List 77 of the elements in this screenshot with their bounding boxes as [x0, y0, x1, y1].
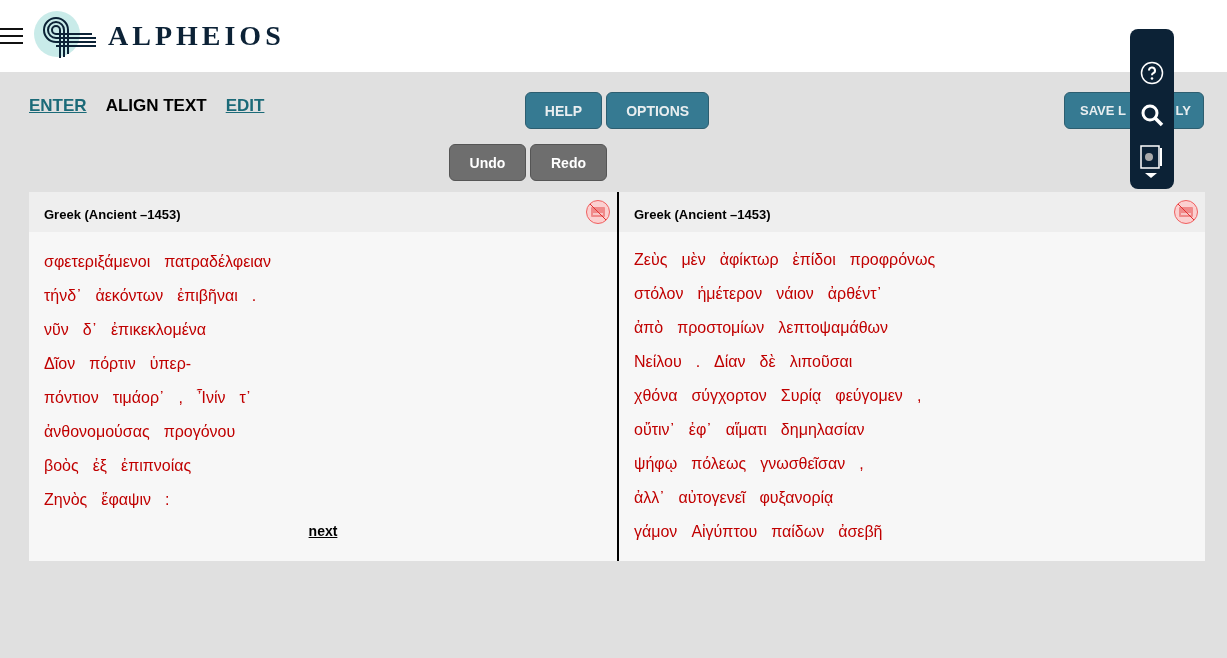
word-token[interactable]: Ζεὺς [634, 251, 668, 269]
word-token[interactable]: ἐπίδοι [792, 251, 836, 269]
word-token[interactable]: ψήφῳ [634, 455, 678, 473]
word-token[interactable]: προστομίων [677, 319, 765, 337]
search-icon[interactable] [1140, 103, 1164, 127]
word-token[interactable]: πόλεως [691, 455, 747, 473]
word-token[interactable]: τιμάορ᾽ [112, 389, 165, 407]
language-label: Greek (Ancient –1453) [634, 205, 771, 222]
word-token[interactable]: Αἰγύπτου [691, 523, 758, 541]
word-token[interactable]: γάμον [634, 523, 678, 541]
menu-icon[interactable] [0, 26, 24, 46]
word-token[interactable]: Δίαν [714, 353, 746, 371]
word-token[interactable]: σύγχορτον [691, 387, 767, 405]
word-token[interactable]: ἐπικεκλομένα [111, 321, 207, 339]
word-token[interactable]: . [695, 353, 701, 371]
brand-name: ALPHEIOS [108, 20, 285, 52]
word-token[interactable]: μὲν [681, 251, 706, 269]
history-button[interactable]: Undo [449, 144, 526, 181]
word-token[interactable]: ὑπερ- [149, 355, 192, 373]
word-token[interactable]: Συρίᾳ [780, 387, 822, 405]
word-token[interactable]: δὲ [759, 353, 776, 371]
word-token[interactable]: προφρόνως [849, 251, 936, 269]
help-icon[interactable] [1140, 61, 1164, 85]
header-button[interactable]: OPTIONS [606, 92, 710, 129]
word-token[interactable]: δημηλασίαν [780, 421, 865, 439]
word-token[interactable]: : [165, 491, 170, 509]
step-tab[interactable]: ALIGN TEXT [105, 96, 207, 116]
word-token[interactable]: , [859, 455, 864, 473]
word-token[interactable]: οὔτιν᾽ [634, 421, 675, 439]
word-token[interactable]: πατραδέλφειαν [164, 253, 272, 271]
word-token[interactable]: βοὸς [44, 457, 79, 475]
history-button[interactable]: Redo [530, 144, 607, 181]
word-token[interactable]: δ᾽ [82, 321, 97, 339]
word-token[interactable]: φεύγομεν [835, 387, 903, 405]
word-token[interactable]: νῦν [44, 321, 69, 339]
word-token[interactable]: στόλον [634, 285, 684, 303]
word-token[interactable]: σφετεριξάμενοι [44, 253, 151, 271]
word-token[interactable]: παίδων [771, 523, 825, 541]
word-token[interactable]: φυξανορίᾳ [759, 489, 834, 507]
word-token[interactable]: λιποῦσαι [789, 353, 853, 371]
word-token[interactable]: αἵματι [725, 421, 767, 439]
word-token[interactable]: ἔφαψιν [101, 491, 151, 509]
word-token[interactable]: Νείλου [634, 353, 682, 371]
word-token[interactable]: λεπτοψαμάθων [778, 319, 889, 337]
word-token[interactable]: προγόνου [163, 423, 236, 441]
next-link[interactable]: next [308, 523, 338, 539]
step-tab[interactable]: EDIT [225, 96, 265, 116]
word-token[interactable]: ἀλλ᾽ [634, 489, 665, 507]
word-token[interactable]: Ἶνίν [196, 389, 226, 407]
word-token[interactable]: ἐπιβῆναι [177, 287, 238, 305]
word-token[interactable]: τήνδ᾽ [44, 287, 82, 305]
word-token[interactable]: νάιον [776, 285, 814, 303]
language-label: Greek (Ancient –1453) [44, 205, 181, 222]
word-token[interactable]: , [178, 389, 183, 407]
step-tab[interactable]: ENTER [29, 96, 87, 116]
word-token[interactable]: Ζηνὸς [44, 491, 88, 509]
word-token[interactable]: ἀεκόντων [95, 287, 164, 305]
word-token[interactable]: ἀνθονομούσας [44, 423, 150, 441]
word-token[interactable]: αὐτογενεῖ [678, 489, 746, 507]
word-token[interactable]: πόντιον [44, 389, 99, 407]
word-token[interactable]: ἀπὸ [634, 319, 664, 337]
word-token[interactable]: . [251, 287, 257, 305]
word-token[interactable]: χθόνα [634, 387, 678, 405]
word-token[interactable]: ἐφ᾽ [688, 421, 712, 439]
word-token[interactable]: ἀρθέντ᾽ [827, 285, 882, 303]
word-token[interactable]: ἀφίκτωρ [719, 251, 779, 269]
word-token[interactable]: ἡμέτερον [697, 285, 763, 303]
book-icon[interactable] [1140, 145, 1164, 179]
word-token[interactable]: Δῖον [44, 355, 76, 373]
word-token[interactable]: , [916, 387, 922, 405]
header-button[interactable]: HELP [524, 92, 603, 129]
word-token[interactable]: γνωσθεῖσαν [760, 455, 846, 473]
word-token[interactable]: ἀσεβῆ [838, 523, 883, 541]
word-token[interactable]: ἐξ [92, 457, 107, 475]
word-token[interactable]: ἐπιπνοίας [121, 457, 192, 475]
word-token[interactable]: τ᾽ [239, 389, 252, 407]
word-token[interactable]: πόρτιν [89, 355, 136, 373]
